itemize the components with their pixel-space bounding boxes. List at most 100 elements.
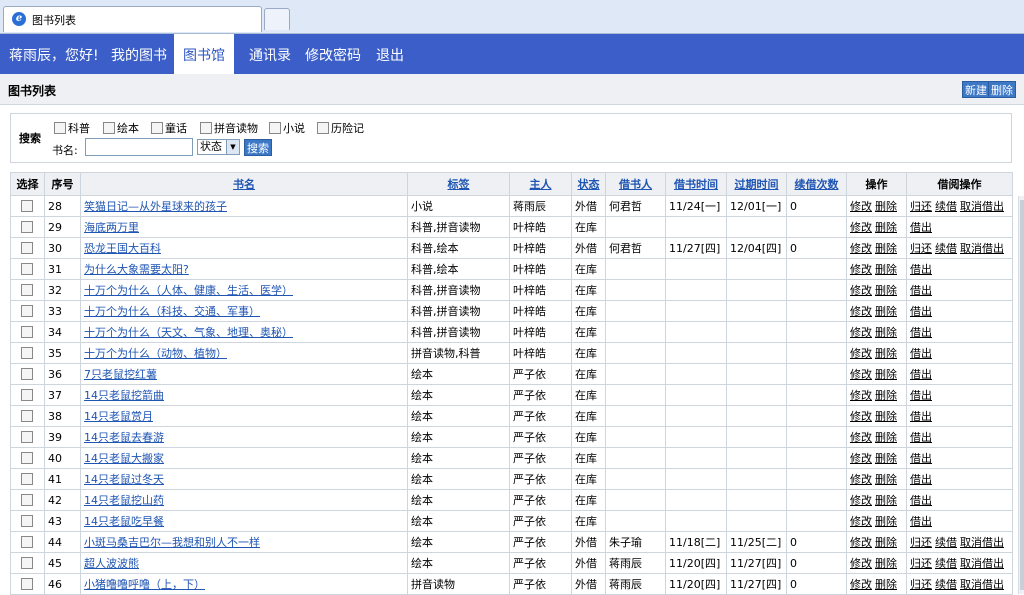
category-checkbox-pinyin[interactable]: 拼音读物 — [200, 120, 258, 136]
edit-link[interactable]: 修改 — [850, 410, 872, 423]
nav-contacts[interactable]: 通讯录 — [249, 34, 291, 74]
category-checkbox-huiben[interactable]: 绘本 — [103, 120, 139, 136]
sort-name-link[interactable]: 书名 — [233, 178, 255, 191]
lend-link[interactable]: 借出 — [910, 221, 932, 234]
lend-link[interactable]: 借出 — [910, 494, 932, 507]
new-tab-button[interactable] — [264, 8, 290, 30]
cancel-lend-link[interactable]: 取消借出 — [960, 578, 1004, 591]
cancel-lend-link[interactable]: 取消借出 — [960, 242, 1004, 255]
row-checkbox[interactable] — [20, 325, 33, 338]
lend-link[interactable]: 借出 — [910, 368, 932, 381]
edit-link[interactable]: 修改 — [850, 557, 872, 570]
edit-link[interactable]: 修改 — [850, 242, 872, 255]
nav-logout[interactable]: 退出 — [376, 34, 404, 74]
lend-link[interactable]: 借出 — [910, 452, 932, 465]
edit-link[interactable]: 修改 — [850, 578, 872, 591]
col-owner[interactable]: 主人 — [509, 172, 572, 196]
delete-link[interactable]: 删除 — [875, 326, 897, 339]
category-checkbox-lixianji[interactable]: 历险记 — [317, 120, 364, 136]
col-tags[interactable]: 标签 — [407, 172, 510, 196]
col-borrower[interactable]: 借书人 — [605, 172, 666, 196]
delete-link[interactable]: 删除 — [875, 473, 897, 486]
edit-link[interactable]: 修改 — [850, 263, 872, 276]
browser-tab[interactable]: e 图书列表 — [3, 6, 262, 32]
delete-link[interactable]: 删除 — [875, 263, 897, 276]
delete-link[interactable]: 删除 — [875, 431, 897, 444]
delete-link[interactable]: 删除 — [875, 347, 897, 360]
delete-link[interactable]: 删除 — [875, 242, 897, 255]
row-checkbox[interactable] — [20, 451, 33, 464]
book-name-link[interactable]: 小猪噜噜呼噜（上，下） — [84, 578, 205, 591]
delete-link[interactable]: 删除 — [875, 557, 897, 570]
row-checkbox[interactable] — [20, 409, 33, 422]
sort-due-time-link[interactable]: 过期时间 — [735, 178, 779, 191]
sort-owner-link[interactable]: 主人 — [530, 178, 552, 191]
lend-link[interactable]: 借出 — [910, 263, 932, 276]
lend-link[interactable]: 借出 — [910, 389, 932, 402]
nav-library[interactable]: 图书馆 — [174, 34, 234, 74]
lend-link[interactable]: 借出 — [910, 410, 932, 423]
delete-link[interactable]: 删除 — [875, 200, 897, 213]
edit-link[interactable]: 修改 — [850, 284, 872, 297]
row-checkbox[interactable] — [20, 556, 33, 569]
cancel-lend-link[interactable]: 取消借出 — [960, 536, 1004, 549]
edit-link[interactable]: 修改 — [850, 326, 872, 339]
sort-status-link[interactable]: 状态 — [578, 178, 600, 191]
delete-button[interactable]: 删除 — [988, 81, 1016, 98]
renew-link[interactable]: 续借 — [935, 578, 957, 591]
row-checkbox[interactable] — [20, 304, 33, 317]
book-name-link[interactable]: 14只老鼠挖山药 — [84, 494, 164, 507]
checkbox[interactable] — [151, 122, 163, 134]
cancel-lend-link[interactable]: 取消借出 — [960, 200, 1004, 213]
category-checkbox-kepu[interactable]: 科普 — [54, 120, 90, 136]
book-name-link[interactable]: 为什么大象需要太阳? — [84, 263, 189, 276]
col-renew-count[interactable]: 续借次数 — [786, 172, 847, 196]
book-name-link[interactable]: 14只老鼠过冬天 — [84, 473, 164, 486]
book-name-link[interactable]: 十万个为什么（人体、健康、生活、医学） — [84, 284, 293, 297]
delete-link[interactable]: 删除 — [875, 536, 897, 549]
row-checkbox[interactable] — [20, 514, 33, 527]
cancel-lend-link[interactable]: 取消借出 — [960, 557, 1004, 570]
return-link[interactable]: 归还 — [910, 536, 932, 549]
scrollbar-thumb[interactable] — [1020, 200, 1024, 590]
lend-link[interactable]: 借出 — [910, 431, 932, 444]
delete-link[interactable]: 删除 — [875, 389, 897, 402]
renew-link[interactable]: 续借 — [935, 200, 957, 213]
sort-borrow-time-link[interactable]: 借书时间 — [674, 178, 718, 191]
status-select[interactable]: 状态 ▼ — [197, 139, 240, 155]
edit-link[interactable]: 修改 — [850, 368, 872, 381]
lend-link[interactable]: 借出 — [910, 347, 932, 360]
return-link[interactable]: 归还 — [910, 200, 932, 213]
lend-link[interactable]: 借出 — [910, 473, 932, 486]
sort-renew-count-link[interactable]: 续借次数 — [795, 178, 839, 191]
sort-tags-link[interactable]: 标签 — [448, 178, 470, 191]
book-name-link[interactable]: 小斑马桑吉巴尔—我想和别人不一样 — [84, 536, 260, 549]
book-name-link[interactable]: 十万个为什么（天文、气象、地理、奥秘） — [84, 326, 293, 339]
edit-link[interactable]: 修改 — [850, 200, 872, 213]
checkbox[interactable] — [200, 122, 212, 134]
book-name-link[interactable]: 7只老鼠挖红薯 — [84, 368, 157, 381]
book-name-input[interactable] — [85, 138, 193, 156]
delete-link[interactable]: 删除 — [875, 410, 897, 423]
category-checkbox-tonghua[interactable]: 童话 — [151, 120, 187, 136]
edit-link[interactable]: 修改 — [850, 221, 872, 234]
delete-link[interactable]: 删除 — [875, 368, 897, 381]
renew-link[interactable]: 续借 — [935, 242, 957, 255]
edit-link[interactable]: 修改 — [850, 536, 872, 549]
row-checkbox[interactable] — [20, 430, 33, 443]
edit-link[interactable]: 修改 — [850, 431, 872, 444]
delete-link[interactable]: 删除 — [875, 452, 897, 465]
row-checkbox[interactable] — [20, 388, 33, 401]
row-checkbox[interactable] — [20, 535, 33, 548]
col-status[interactable]: 状态 — [571, 172, 606, 196]
book-name-link[interactable]: 14只老鼠去春游 — [84, 431, 164, 444]
book-name-link[interactable]: 14只老鼠大搬家 — [84, 452, 164, 465]
row-checkbox[interactable] — [20, 283, 33, 296]
lend-link[interactable]: 借出 — [910, 326, 932, 339]
nav-my-books[interactable]: 我的图书 — [111, 34, 167, 74]
checkbox[interactable] — [317, 122, 329, 134]
vertical-scrollbar[interactable] — [1018, 196, 1024, 594]
return-link[interactable]: 归还 — [910, 242, 932, 255]
book-name-link[interactable]: 14只老鼠赏月 — [84, 410, 153, 423]
edit-link[interactable]: 修改 — [850, 515, 872, 528]
